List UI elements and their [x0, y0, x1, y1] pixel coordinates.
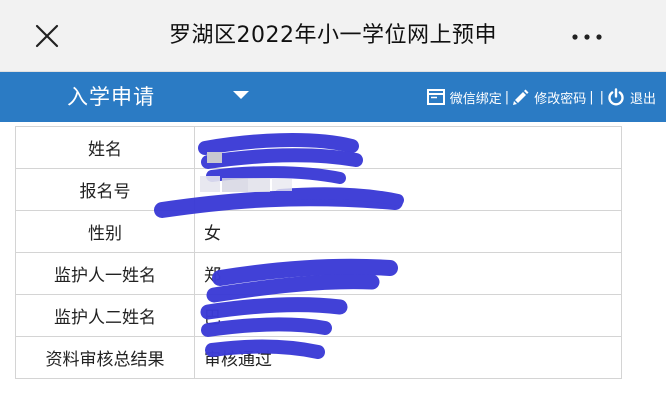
row-value-guardian-1: 郑	[194, 252, 622, 295]
caret-down-icon[interactable]	[233, 91, 249, 99]
pencil-icon	[513, 89, 529, 105]
row-value-review-result: 审核通过	[194, 336, 622, 379]
row-label-guardian-2: 监护人二姓名	[15, 294, 195, 337]
row-value-guardian-2: 巴	[194, 294, 622, 337]
nav-actions: 微信绑定 | 修改密码 | | 退出	[426, 72, 656, 122]
wechat-bind-link[interactable]: 微信绑定	[426, 88, 502, 107]
table-row: 性别 女	[15, 210, 622, 253]
row-value-registration-number	[194, 168, 622, 211]
row-label-guardian-1: 监护人一姓名	[15, 252, 195, 295]
row-label-review-result: 资料审核总结果	[15, 336, 195, 379]
nav-apply-menu[interactable]: 入学申请	[67, 72, 155, 122]
power-icon	[608, 88, 624, 106]
nav-separator: |	[504, 89, 510, 105]
nav-separator: |	[599, 89, 604, 105]
table-row: 监护人二姓名 巴	[15, 294, 622, 337]
change-password-label: 修改密码	[534, 91, 587, 107]
row-label-gender: 性别	[15, 210, 195, 253]
title-fade	[506, 14, 546, 58]
nav-bar: 入学申请 微信绑定 | 修改密码 | | 退出	[0, 72, 666, 122]
student-info-table: 姓名 报名号 性别 女 监护人一姓名 郑 监护人二姓名 巴 资料审核总结果 审核…	[15, 126, 622, 379]
row-value-gender: 女	[194, 210, 622, 253]
window-icon	[426, 89, 445, 105]
row-label-registration-number: 报名号	[15, 168, 195, 211]
table-row: 资料审核总结果 审核通过	[15, 336, 622, 379]
wechat-bind-label: 微信绑定	[449, 91, 502, 107]
table-row: 监护人一姓名 郑	[15, 252, 622, 295]
title-bar: 罗湖区2022年小一学位网上预申	[0, 0, 666, 72]
logout-label: 退出	[629, 91, 656, 107]
more-options-icon[interactable]	[567, 24, 607, 50]
change-password-link[interactable]: 修改密码	[512, 88, 586, 107]
nav-separator: |	[589, 89, 594, 105]
row-value-name	[194, 126, 622, 169]
table-row: 姓名	[15, 126, 622, 169]
logout-link[interactable]: 退出	[607, 88, 656, 107]
row-label-name: 姓名	[15, 126, 195, 169]
table-row: 报名号	[15, 168, 622, 211]
